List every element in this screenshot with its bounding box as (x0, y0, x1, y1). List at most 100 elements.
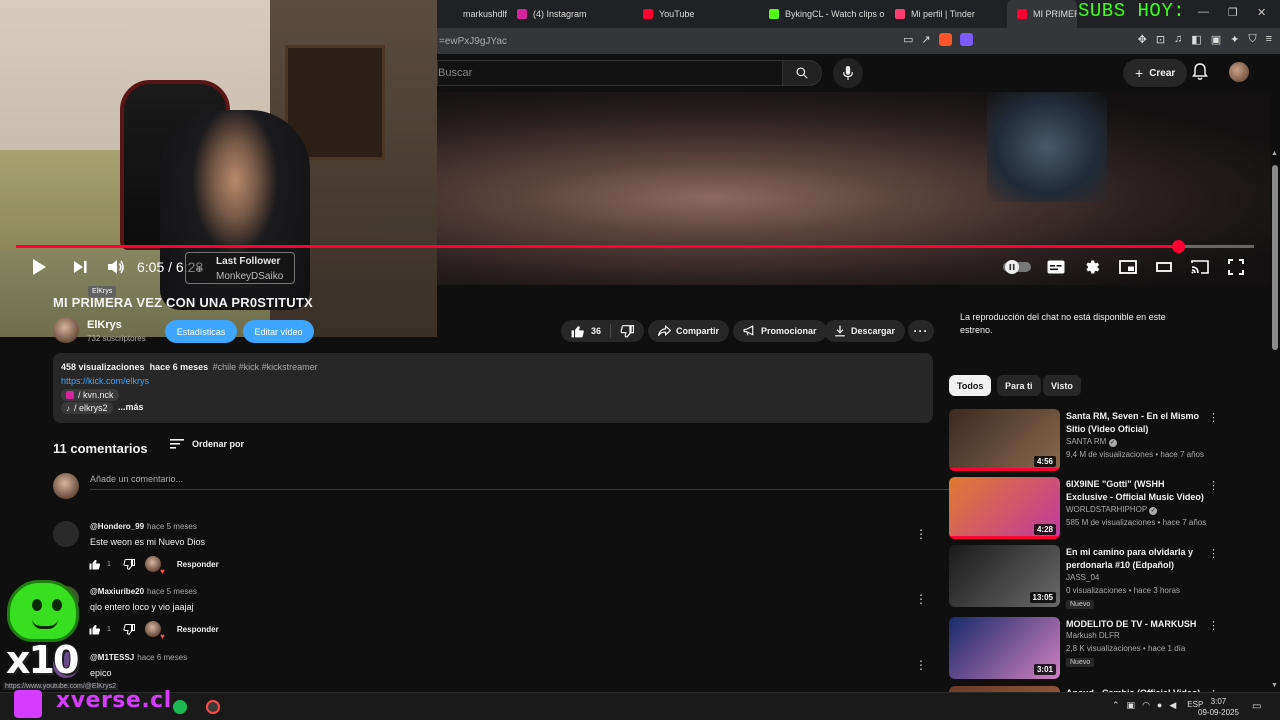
browser-tab[interactable]: MI PRIMERA VEZ C (1007, 0, 1077, 28)
scrollbar-thumb[interactable] (1272, 165, 1278, 350)
address-bar[interactable]: =ewPxJ9gJYac ▭ ↗ ✥ ⊡ ♫ ◧ ▣ ✦ ⛉ ≡ (437, 28, 1280, 54)
recommended-channel[interactable]: Markush DLFR (1066, 631, 1120, 640)
filter-chip[interactable]: Visto (1043, 375, 1081, 396)
reply-button[interactable]: Responder (177, 625, 219, 634)
voice-search-button[interactable] (833, 58, 863, 88)
kick-link[interactable]: https://kick.com/elkrys (61, 376, 149, 386)
promote-button[interactable]: Promocionar (733, 320, 827, 342)
search-input[interactable]: Buscar (437, 60, 782, 86)
hashtags[interactable]: #chile #kick #kickstreamer (213, 362, 318, 372)
spotify-icon[interactable] (173, 700, 187, 714)
recommended-title[interactable]: Santa RM, Seven - En el Mismo Sitio (Vid… (1066, 410, 1206, 436)
browser-tab[interactable]: markushdlfr cu #m (437, 0, 507, 28)
create-button[interactable]: + Crear (1123, 59, 1188, 87)
comment-menu-icon[interactable]: ⋮ (915, 658, 927, 672)
vpn-icon[interactable]: ⛉ (1248, 33, 1256, 46)
channel-avatar[interactable] (53, 317, 79, 343)
network-icon[interactable]: ▣ (1127, 700, 1136, 711)
video-thumbnail[interactable]: 13:05 (949, 545, 1060, 607)
like-button[interactable]: 36 (571, 325, 601, 338)
screenshot-icon[interactable]: ⊡ (1156, 33, 1165, 46)
brave-rewards-icon[interactable] (959, 33, 973, 46)
speaker-icon[interactable]: ◀ (1169, 700, 1176, 711)
add-comment-input[interactable]: Añade un comentario... (90, 474, 950, 490)
instagram-link-chip[interactable]: / kvn.nck (61, 389, 119, 401)
recommended-video[interactable]: 13:05 En mi camino para olvidarla y perdo… (949, 545, 1219, 609)
music-icon[interactable]: ♫ (1174, 33, 1182, 46)
video-thumbnail[interactable]: 4:28 (949, 477, 1060, 539)
recommended-menu-icon[interactable]: ⋮ (1208, 411, 1219, 424)
wallet-icon[interactable]: ▣ (1211, 33, 1221, 46)
scroll-up-icon[interactable]: ▲ (1271, 150, 1278, 157)
reply-button[interactable]: Responder (177, 560, 219, 569)
recommended-channel[interactable]: WORLDSTARHIPHOP ✓ (1066, 505, 1158, 515)
browser-tab[interactable]: YouTube (633, 0, 759, 28)
comment-menu-icon[interactable]: ⋮ (915, 527, 927, 541)
close-icon[interactable]: ✕ (1257, 6, 1266, 19)
sort-comments-button[interactable]: Ordenar por (170, 439, 244, 449)
brave-shield-icon[interactable] (938, 33, 952, 46)
chevron-up-icon[interactable]: ⌃ (1112, 700, 1120, 711)
download-button[interactable]: Descargar (824, 320, 906, 342)
recommended-title[interactable]: En mi camino para olvidarla y perdonarla… (1066, 546, 1206, 572)
comment-author[interactable]: @Hondero_99 hace 5 meses (90, 522, 197, 531)
comment-like-count: 1 (107, 560, 111, 568)
edit-video-button[interactable]: Editar vídeo (243, 320, 314, 343)
tab-label: markushdlfr cu #m (463, 9, 507, 19)
more-actions-button[interactable]: ··· (908, 320, 934, 342)
share-icon[interactable]: ↗ (921, 33, 930, 46)
minimize-icon[interactable]: — (1198, 6, 1209, 18)
channel-name-text: WORLDSTARHIPHOP (1066, 505, 1148, 514)
video-thumbnail[interactable]: 4:56 (949, 409, 1060, 471)
show-more-button[interactable]: ...más (118, 402, 144, 412)
comment-author[interactable]: @M1TESSJ hace 6 meses (90, 653, 187, 662)
notification-icon[interactable]: ▭ (1252, 701, 1261, 712)
recommended-menu-icon[interactable]: ⋮ (1208, 479, 1219, 492)
notifications-button[interactable] (1192, 63, 1208, 81)
menu-icon[interactable]: ≡ (1266, 33, 1272, 46)
install-app-icon[interactable]: ▭ (903, 33, 913, 46)
recommended-menu-icon[interactable]: ⋮ (1208, 619, 1219, 632)
recommended-video[interactable]: 4:28 6IX9INE "Gotti" (WSHH Exclusive - Of… (949, 477, 1219, 541)
sidebar-icon[interactable]: ◧ (1191, 33, 1201, 46)
comment-author[interactable]: @Maxiuribe20 hace 5 meses (90, 587, 197, 596)
share-button[interactable]: Compartir (648, 320, 730, 342)
wifi-icon[interactable]: ◠ (1142, 700, 1150, 711)
comment-menu-icon[interactable]: ⋮ (915, 592, 927, 606)
browser-tab[interactable]: BykingCL - Watch clips on (759, 0, 885, 28)
video-thumbnail[interactable]: 3:01 (949, 617, 1060, 679)
verified-icon: ✓ (1149, 507, 1158, 515)
comment-author-avatar[interactable] (53, 521, 79, 547)
comment-like-button[interactable] (89, 559, 101, 570)
comment-like-button[interactable] (89, 624, 101, 635)
recommended-title[interactable]: 6IX9INE "Gotti" (WSHH Exclusive - Offici… (1066, 478, 1206, 504)
leo-ai-icon[interactable]: ✦ (1230, 33, 1239, 46)
recommended-channel[interactable]: JASS_04 (1066, 573, 1099, 582)
description-box[interactable]: 458 visualizaciones hace 6 meses #chile … (53, 353, 933, 423)
recommended-video[interactable]: 4:56 Santa RM, Seven - En el Mismo Sitio … (949, 409, 1219, 473)
recommended-title[interactable]: MODELITO DE TV - MARKUSH (1066, 618, 1206, 631)
green-emote-overlay (7, 580, 79, 642)
dislike-button[interactable] (620, 324, 635, 338)
app-icon[interactable] (206, 700, 220, 714)
comment-dislike-button[interactable] (123, 558, 135, 570)
search-button[interactable] (782, 60, 822, 86)
scroll-down-icon[interactable]: ▼ (1271, 682, 1278, 689)
browser-tab[interactable]: Mi perfil | Tinder (885, 0, 1007, 28)
comment-dislike-button[interactable] (123, 623, 135, 635)
account-avatar[interactable] (1229, 62, 1249, 82)
extensions-icon[interactable]: ✥ (1138, 33, 1147, 46)
recommended-channel[interactable]: SANTA RM ✓ (1066, 437, 1117, 447)
filter-chip[interactable]: Para ti (997, 375, 1041, 396)
browser-tab[interactable]: (4) Instagram (507, 0, 633, 28)
filter-chip[interactable]: Todos (949, 375, 992, 396)
restore-icon[interactable]: ❐ (1228, 6, 1238, 19)
channel-name[interactable]: ElKrys (87, 319, 122, 331)
analytics-button[interactable]: Estadísticas (165, 320, 237, 343)
recommended-menu-icon[interactable]: ⋮ (1208, 547, 1219, 560)
tiktok-link-chip[interactable]: ♪ / elkrys2 (61, 402, 113, 414)
recommended-video[interactable]: 3:01 MODELITO DE TV - MARKUSH Markush DLFR… (949, 617, 1219, 681)
video-frame[interactable] (437, 92, 1270, 285)
clock[interactable]: 3:07 09-09-2025 (1198, 696, 1239, 718)
mic-icon[interactable]: ● (1157, 700, 1162, 711)
